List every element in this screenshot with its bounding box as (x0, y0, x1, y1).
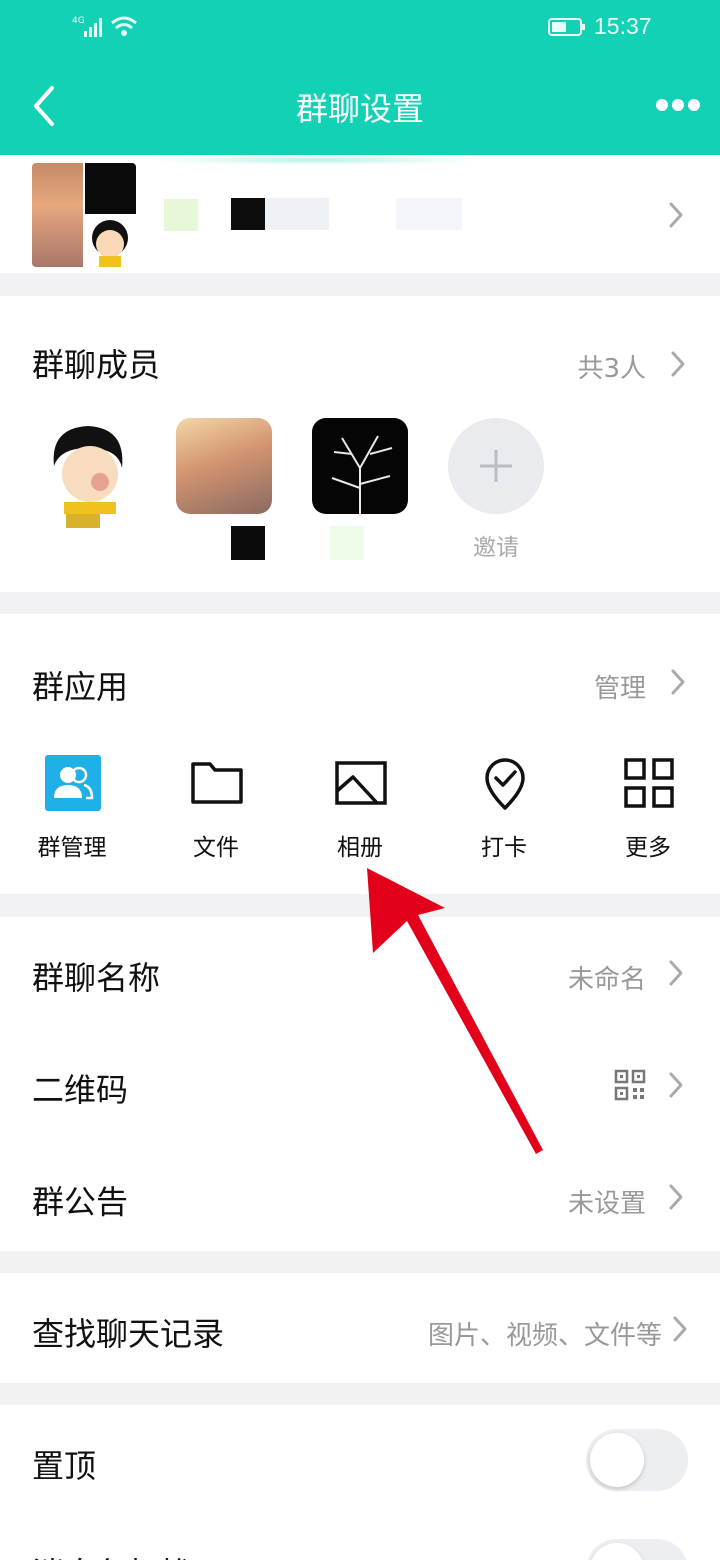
chevron-right-icon (669, 1072, 683, 1098)
member-avatar[interactable] (40, 418, 136, 514)
group-info-row[interactable] (0, 155, 720, 273)
app-label: 文件 (193, 835, 239, 861)
members-title: 群聊成员 (32, 346, 161, 384)
search-history-row[interactable]: 查找聊天记录 图片、视频、文件等 (0, 1273, 720, 1383)
qr-code-icon (614, 1069, 646, 1101)
group-apps-section: 群应用 管理 群管理 文件 相册 打卡 更多 (0, 614, 720, 894)
pin-top-label: 置顶 (32, 1447, 97, 1485)
signal-icon: 4G (72, 16, 102, 37)
mute-label: 消息免打扰 (32, 1549, 192, 1560)
members-count[interactable]: 共3人 (520, 348, 646, 385)
grid-icon (624, 758, 674, 808)
app-header: 4G 15:37 群聊设置 (0, 0, 720, 155)
toggle-section: 置顶 消息免打扰 (0, 1405, 720, 1560)
announcement-value: 未设置 (567, 1189, 646, 1219)
chevron-right-icon[interactable] (670, 350, 686, 378)
chevron-right-icon[interactable] (670, 668, 686, 696)
plus-icon (480, 450, 512, 482)
chevron-right-icon (673, 1316, 687, 1342)
header-glow (150, 155, 480, 165)
app-label: 群管理 (37, 835, 107, 861)
members-section: 群聊成员 共3人 邀请 (0, 296, 720, 592)
chevron-right-icon (669, 1184, 683, 1210)
group-avatar (32, 163, 136, 267)
qr-code-label: 二维码 (32, 1071, 129, 1109)
svg-text:4G: 4G (72, 16, 85, 26)
member-avatar[interactable] (312, 418, 408, 514)
redacted-name (164, 199, 198, 231)
search-history-hint: 图片、视频、文件等 (427, 1321, 662, 1351)
app-label: 打卡 (481, 835, 527, 861)
chevron-right-icon (669, 202, 683, 228)
pin-top-toggle[interactable] (586, 1429, 688, 1491)
invite-label: 邀请 (473, 535, 519, 561)
annotation-arrow (367, 868, 543, 1154)
battery-icon (548, 18, 585, 36)
album-icon (335, 761, 387, 805)
redacted-member-name (231, 526, 265, 560)
page-title: 群聊设置 (295, 90, 424, 128)
search-history-label: 查找聊天记录 (32, 1315, 225, 1353)
announcement-label: 群公告 (32, 1183, 129, 1221)
more-dots-icon[interactable] (656, 98, 700, 112)
wifi-icon (111, 16, 137, 36)
apps-title: 群应用 (32, 668, 129, 706)
status-bar: 4G 15:37 (0, 0, 720, 56)
mute-toggle[interactable] (586, 1539, 688, 1560)
app-label: 相册 (337, 835, 383, 861)
folder-icon (191, 762, 243, 804)
member-avatar[interactable] (176, 418, 272, 514)
app-label: 更多 (625, 835, 671, 861)
chevron-right-icon (669, 960, 683, 986)
invite-button[interactable] (448, 418, 544, 514)
redacted-member-name (330, 526, 364, 560)
group-manage-icon (45, 755, 101, 811)
checkin-icon (485, 758, 525, 810)
manage-link[interactable]: 管理 (560, 668, 646, 705)
redacted-member-name (66, 514, 100, 528)
group-name-label: 群聊名称 (32, 959, 161, 997)
status-time: 15:37 (594, 13, 652, 39)
